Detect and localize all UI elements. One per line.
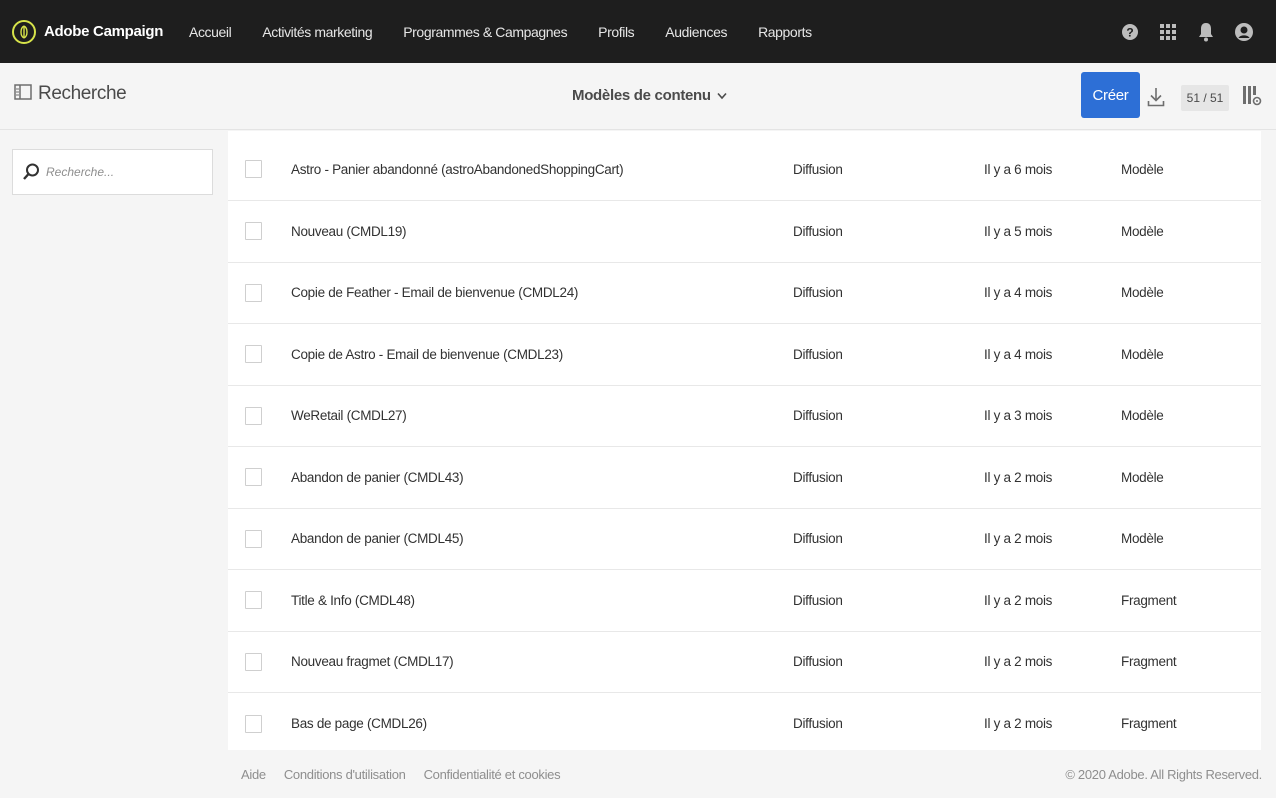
row-name: Nouveau fragmet (CMDL17) — [291, 654, 454, 670]
row-type: Diffusion — [793, 346, 843, 362]
row-name: Abandon de panier (CMDL45) — [291, 531, 464, 547]
row-name: WeRetail (CMDL27) — [291, 408, 407, 424]
search-panel-toggle[interactable]: Recherche — [14, 83, 127, 105]
row-date: Il y a 2 mois — [984, 592, 1053, 608]
row-checkbox[interactable] — [245, 714, 262, 733]
row-type: Diffusion — [793, 223, 843, 239]
row-type: Diffusion — [793, 285, 843, 301]
row-kind: Modèle — [1121, 408, 1164, 424]
row-name: Astro - Panier abandonné (astroAbandoned… — [291, 161, 624, 177]
row-type: Diffusion — [793, 716, 843, 732]
row-name: Bas de page (CMDL26) — [291, 716, 427, 732]
create-button[interactable]: Créer — [1081, 72, 1140, 118]
row-name: Copie de Astro - Email de bienvenue (CMD… — [291, 346, 563, 362]
chevron-down-icon — [717, 87, 727, 104]
search-box — [12, 149, 213, 195]
row-kind: Modèle — [1121, 285, 1164, 301]
nav-item-accueil[interactable]: Accueil — [188, 0, 247, 63]
nav-item-audiences[interactable]: Audiences — [650, 0, 743, 63]
user-avatar-icon[interactable] — [1233, 21, 1255, 43]
table-row[interactable]: Title & Info (CMDL48) Diffusion Il y a 2… — [228, 570, 1261, 632]
table-row[interactable]: Abandon de panier (CMDL43) Diffusion Il … — [228, 447, 1261, 509]
apps-grid-icon[interactable] — [1157, 21, 1179, 43]
help-icon[interactable]: ? — [1119, 21, 1141, 43]
content-templates-table: Astro - Panier abandonné (astroAbandoned… — [228, 131, 1261, 750]
download-icon[interactable] — [1147, 86, 1167, 108]
column-settings-icon[interactable] — [1242, 84, 1262, 108]
row-type: Diffusion — [793, 654, 843, 670]
row-kind: Fragment — [1121, 716, 1177, 732]
view-selector[interactable]: Modèles de contenu — [572, 87, 727, 104]
row-date: Il y a 6 mois — [984, 161, 1053, 177]
table-row[interactable]: Copie de Astro - Email de bienvenue (CMD… — [228, 324, 1261, 386]
table-row[interactable]: Bas de page (CMDL26) Diffusion Il y a 2 … — [228, 693, 1261, 750]
row-name: Copie de Feather - Email de bienvenue (C… — [291, 285, 579, 301]
table-row[interactable]: WeRetail (CMDL27) Diffusion Il y a 3 moi… — [228, 386, 1261, 448]
row-date: Il y a 2 mois — [984, 469, 1053, 485]
main-nav: Accueil Activités marketing Programmes &… — [188, 0, 827, 63]
row-date: Il y a 2 mois — [984, 654, 1053, 670]
search-title: Recherche — [38, 83, 127, 104]
nav-item-profils[interactable]: Profils — [583, 0, 650, 63]
table-row[interactable]: Nouveau fragmet (CMDL17) Diffusion Il y … — [228, 632, 1261, 694]
row-kind: Modèle — [1121, 346, 1164, 362]
table-row[interactable]: Nouveau (CMDL19) Diffusion Il y a 5 mois… — [228, 201, 1261, 263]
footer-link-aide[interactable]: Aide — [241, 767, 266, 782]
row-checkbox[interactable] — [245, 222, 262, 241]
svg-text:?: ? — [1126, 25, 1133, 39]
row-name: Abandon de panier (CMDL43) — [291, 469, 464, 485]
search-icon — [22, 163, 40, 181]
brand[interactable]: Adobe Campaign — [12, 19, 188, 44]
action-bar: Recherche Modèles de contenu Créer 51 / … — [0, 63, 1276, 130]
row-kind: Modèle — [1121, 531, 1164, 547]
row-name: Nouveau (CMDL19) — [291, 223, 407, 239]
table-row[interactable]: Abandon de panier (CMDL45) Diffusion Il … — [228, 509, 1261, 571]
row-checkbox[interactable] — [245, 468, 262, 487]
copyright: © 2020 Adobe. All Rights Reserved. — [1065, 766, 1262, 782]
app-name: Adobe Campaign — [44, 23, 164, 40]
row-kind: Modèle — [1121, 469, 1164, 485]
row-name: Title & Info (CMDL48) — [291, 592, 415, 608]
row-checkbox[interactable] — [245, 283, 262, 302]
table-row[interactable]: Astro - Panier abandonné (astroAbandoned… — [228, 139, 1261, 201]
adobe-campaign-logo-icon — [12, 19, 36, 44]
item-count-badge: 51 / 51 — [1181, 85, 1229, 111]
row-checkbox[interactable] — [245, 406, 262, 425]
table-row[interactable]: Copie de Feather - Email de bienvenue (C… — [228, 263, 1261, 325]
row-kind: Modèle — [1121, 223, 1164, 239]
row-checkbox[interactable] — [245, 591, 262, 610]
footer: Aide Conditions d'utilisation Confidenti… — [228, 750, 1276, 798]
row-checkbox[interactable] — [245, 345, 262, 364]
row-kind: Fragment — [1121, 654, 1177, 670]
row-type: Diffusion — [793, 161, 843, 177]
top-icons: ? — [1119, 0, 1276, 63]
row-date: Il y a 3 mois — [984, 408, 1053, 424]
row-type: Diffusion — [793, 408, 843, 424]
footer-link-conditions[interactable]: Conditions d'utilisation — [284, 767, 406, 782]
row-date: Il y a 5 mois — [984, 223, 1053, 239]
row-date: Il y a 2 mois — [984, 716, 1053, 732]
view-label: Modèles de contenu — [572, 87, 711, 104]
row-checkbox[interactable] — [245, 652, 262, 671]
search-input[interactable] — [46, 165, 196, 179]
nav-item-programmes-campagnes[interactable]: Programmes & Campagnes — [388, 0, 583, 63]
row-kind: Fragment — [1121, 592, 1177, 608]
footer-link-confidentialite[interactable]: Confidentialité et cookies — [424, 767, 561, 782]
top-navigation-bar: Adobe Campaign Accueil Activités marketi… — [0, 0, 1276, 63]
row-checkbox[interactable] — [245, 529, 262, 548]
row-type: Diffusion — [793, 531, 843, 547]
row-date: Il y a 4 mois — [984, 346, 1053, 362]
bell-icon[interactable] — [1195, 21, 1217, 43]
row-date: Il y a 4 mois — [984, 285, 1053, 301]
nav-item-activites-marketing[interactable]: Activités marketing — [247, 0, 388, 63]
row-type: Diffusion — [793, 592, 843, 608]
row-kind: Modèle — [1121, 161, 1164, 177]
row-date: Il y a 2 mois — [984, 531, 1053, 547]
row-checkbox[interactable] — [245, 160, 262, 179]
nav-item-rapports[interactable]: Rapports — [743, 0, 828, 63]
row-type: Diffusion — [793, 469, 843, 485]
sidebar-panel-icon — [14, 83, 32, 105]
